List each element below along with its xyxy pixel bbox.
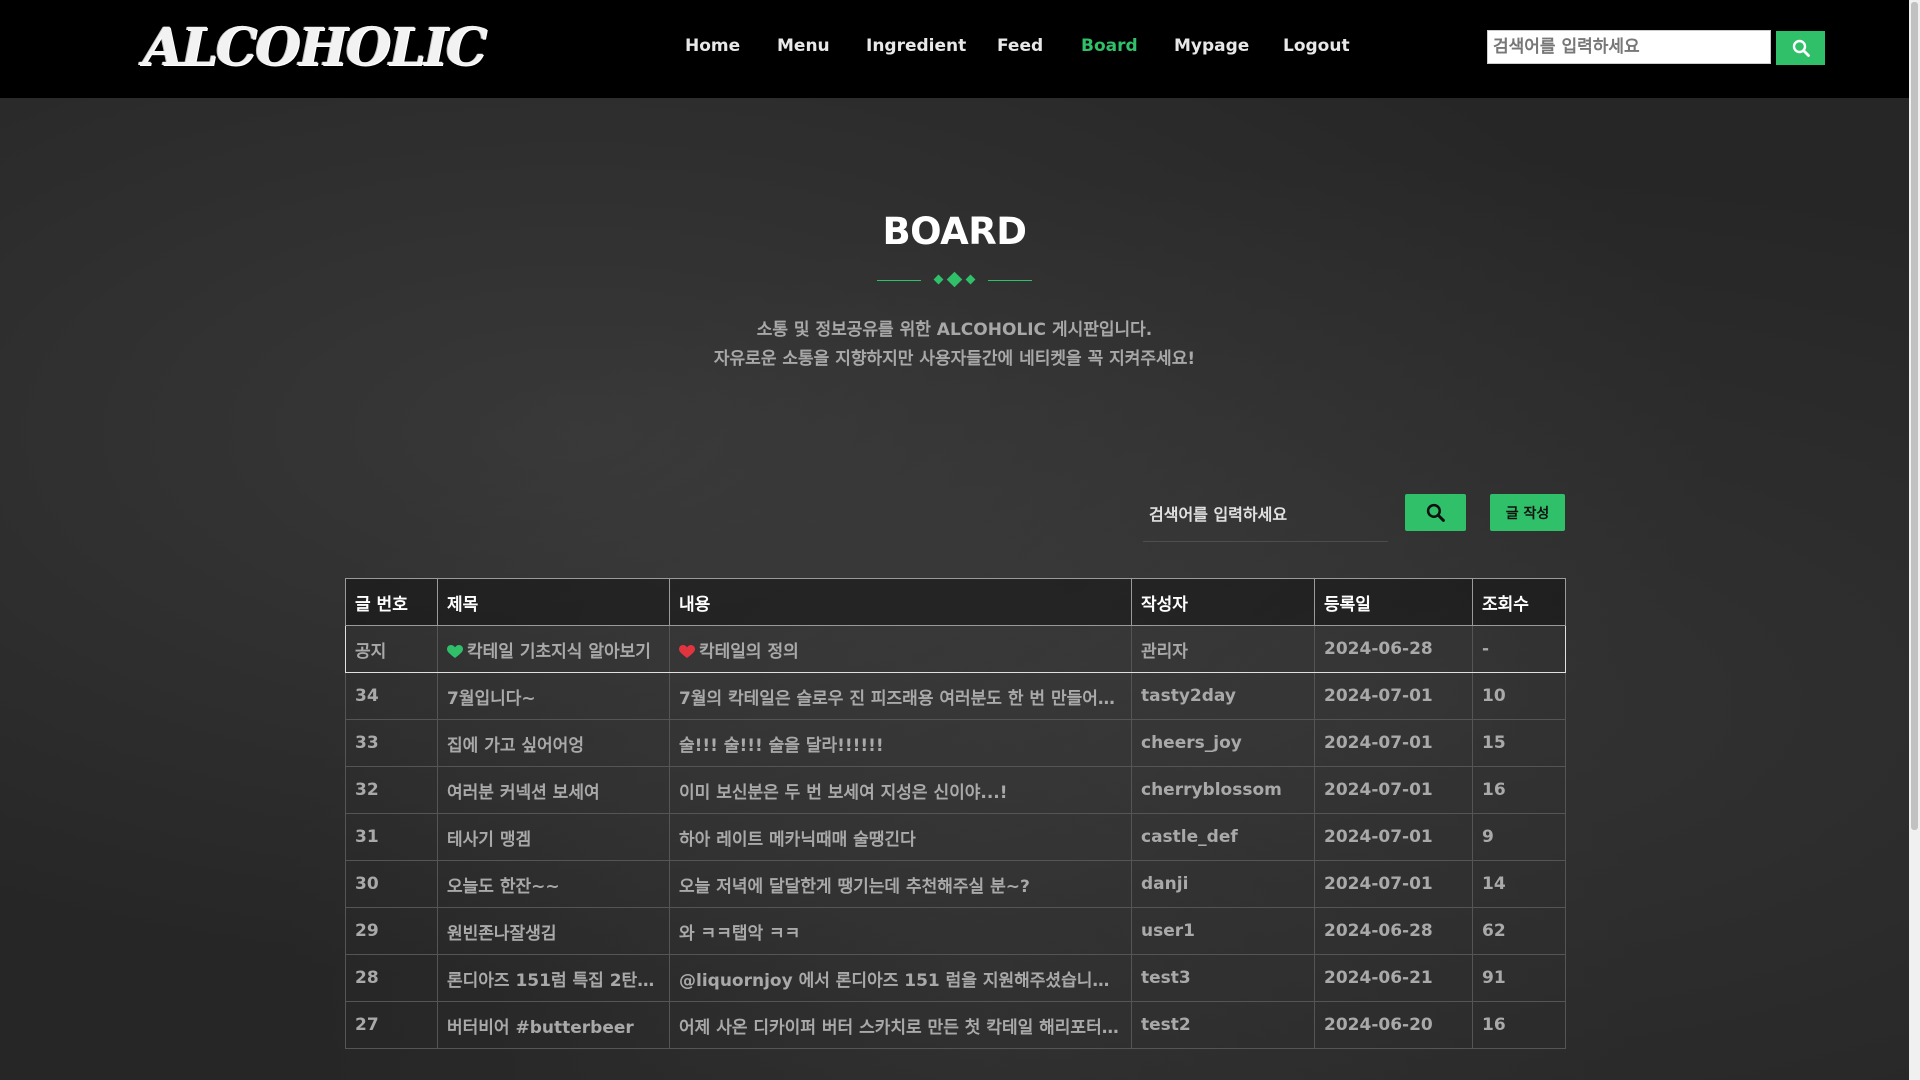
row-date: 2024-07-01	[1314, 813, 1473, 861]
green-heart-icon	[447, 644, 463, 658]
header-search-input[interactable]	[1487, 30, 1771, 64]
row-no: 공지	[345, 625, 438, 673]
row-title[interactable]: 칵테일 기초지식 알아보기	[437, 625, 670, 673]
nav-logout[interactable]: Logout	[1283, 36, 1350, 56]
row-no: 27	[345, 1001, 438, 1049]
row-title[interactable]: 7월입니다~	[437, 672, 670, 720]
header-title: 제목	[437, 578, 670, 626]
board-description-line2: 자유로운 소통을 지향하지만 사용자들간에 네티켓을 꼭 지켜주세요!	[713, 349, 1196, 369]
nav-ingredient[interactable]: Ingredient	[866, 36, 966, 56]
row-views: 14	[1472, 860, 1566, 908]
row-views: 16	[1472, 766, 1566, 814]
row-no: 30	[345, 860, 438, 908]
top-navbar: ALCOHOLIC Home Menu Ingredient Feed Boar…	[0, 0, 1909, 98]
row-date: 2024-07-01	[1314, 672, 1473, 720]
row-content-text: 칵테일의 정의	[699, 641, 799, 662]
row-date: 2024-06-20	[1314, 1001, 1473, 1049]
row-no: 34	[345, 672, 438, 720]
header-content: 내용	[669, 578, 1132, 626]
row-author: 관리자	[1131, 625, 1315, 673]
site-logo[interactable]: ALCOHOLIC	[143, 18, 487, 78]
row-date: 2024-07-01	[1314, 766, 1473, 814]
row-content[interactable]: 와 ㅋㅋ탭악 ㅋㅋ	[669, 907, 1132, 955]
row-date: 2024-06-28	[1314, 625, 1473, 673]
header-views: 조회수	[1472, 578, 1566, 626]
row-title[interactable]: 버터비어 #butterbeer	[437, 1001, 670, 1049]
write-post-button[interactable]: 글 작성	[1490, 494, 1565, 531]
row-no: 32	[345, 766, 438, 814]
table-row[interactable]: 29 원빈존나잘생김 와 ㅋㅋ탭악 ㅋㅋ user1 2024-06-28 62	[345, 907, 1566, 955]
row-title[interactable]: 오늘도 한잔~~	[437, 860, 670, 908]
row-content[interactable]: 술!!! 술!!! 술을 달라!!!!!!	[669, 719, 1132, 767]
header-search-button[interactable]	[1776, 31, 1825, 65]
table-header-row: 글 번호 제목 내용 작성자 등록일 조회수	[345, 578, 1566, 626]
table-row[interactable]: 27 버터비어 #butterbeer 어제 사온 디카이퍼 버터 스카치로 만든 …	[345, 1001, 1566, 1049]
row-no: 28	[345, 954, 438, 1002]
row-views: -	[1472, 625, 1566, 673]
header-no: 글 번호	[345, 578, 438, 626]
search-icon	[1792, 39, 1810, 57]
row-views: 91	[1472, 954, 1566, 1002]
table-row[interactable]: 32 여러분 커넥션 보세여 이미 보신분은 두 번 보세여 지성은 신이야...!…	[345, 766, 1566, 814]
row-no: 31	[345, 813, 438, 861]
row-content[interactable]: 하아 레이트 메카닉때매 술땡긴다	[669, 813, 1132, 861]
board-search-input[interactable]	[1143, 494, 1388, 542]
row-no: 29	[345, 907, 438, 955]
row-views: 10	[1472, 672, 1566, 720]
row-date: 2024-06-21	[1314, 954, 1473, 1002]
row-views: 15	[1472, 719, 1566, 767]
row-no: 33	[345, 719, 438, 767]
row-author: castle_def	[1131, 813, 1315, 861]
row-date: 2024-07-01	[1314, 860, 1473, 908]
row-date: 2024-07-01	[1314, 719, 1473, 767]
table-row[interactable]: 31 테사기 맹겜 하아 레이트 메카닉때매 술땡긴다 castle_def 2024-…	[345, 813, 1566, 861]
nav-feed[interactable]: Feed	[997, 36, 1043, 56]
row-author: cherryblossom	[1131, 766, 1315, 814]
row-title[interactable]: 테사기 맹겜	[437, 813, 670, 861]
row-content[interactable]: @liquornjoy 에서 론디아즈 151 럼을 지원해주셨습니다. 감사합…	[669, 954, 1132, 1002]
table-row[interactable]: 34 7월입니다~ 7월의 칵테일은 슬로우 진 피즈래용 여러분도 한 번 만들어…	[345, 672, 1566, 720]
row-title[interactable]: 여러분 커넥션 보세여	[437, 766, 670, 814]
board-table: 글 번호 제목 내용 작성자 등록일 조회수 공지 칵테일 기초지식 알아보기 …	[345, 578, 1566, 1049]
row-content[interactable]: 칵테일의 정의	[669, 625, 1132, 673]
row-author: danji	[1131, 860, 1315, 908]
row-views: 9	[1472, 813, 1566, 861]
notice-row[interactable]: 공지 칵테일 기초지식 알아보기 칵테일의 정의 관리자 2024-06-28 …	[345, 625, 1566, 673]
row-content[interactable]: 어제 사온 디카이퍼 버터 스카치로 만든 첫 칵테일 해리포터 버터비어	[669, 1001, 1132, 1049]
row-title[interactable]: 원빈존나잘생김	[437, 907, 670, 955]
row-content[interactable]: 7월의 칵테일은 슬로우 진 피즈래용 여러분도 한 번 만들어보세요	[669, 672, 1132, 720]
nav-home[interactable]: Home	[685, 36, 740, 56]
nav-menu[interactable]: Menu	[777, 36, 830, 56]
row-date: 2024-06-28	[1314, 907, 1473, 955]
table-row[interactable]: 30 오늘도 한잔~~ 오늘 저녁에 달달한게 땡기는데 추천해주실 분~? danj…	[345, 860, 1566, 908]
header-author: 작성자	[1131, 578, 1315, 626]
row-views: 62	[1472, 907, 1566, 955]
row-title[interactable]: 론디아즈 151럼 특집 2탄 이벤트	[437, 954, 670, 1002]
board-search-button[interactable]	[1405, 494, 1466, 531]
table-body: 공지 칵테일 기초지식 알아보기 칵테일의 정의 관리자 2024-06-28 …	[345, 625, 1566, 1049]
red-heart-icon	[679, 644, 695, 658]
table-row[interactable]: 33 집에 가고 싶어어엉 술!!! 술!!! 술을 달라!!!!!! cheers_…	[345, 719, 1566, 767]
nav-mypage[interactable]: Mypage	[1174, 36, 1249, 56]
page-scrollbar[interactable]	[1909, 0, 1920, 1080]
board-description-line1: 소통 및 정보공유를 위한 ALCOHOLIC 게시판입니다.	[756, 320, 1153, 340]
row-content[interactable]: 이미 보신분은 두 번 보세여 지성은 신이야...!	[669, 766, 1132, 814]
row-author: tasty2day	[1131, 672, 1315, 720]
row-title-text: 칵테일 기초지식 알아보기	[467, 641, 651, 662]
table-row[interactable]: 28 론디아즈 151럼 특집 2탄 이벤트 @liquornjoy 에서 론디아즈…	[345, 954, 1566, 1002]
page-title: BOARD	[882, 210, 1027, 253]
row-title[interactable]: 집에 가고 싶어어엉	[437, 719, 670, 767]
scrollbar-thumb[interactable]	[1911, 2, 1918, 830]
title-divider	[877, 271, 1032, 288]
row-content[interactable]: 오늘 저녁에 달달한게 땡기는데 추천해주실 분~?	[669, 860, 1132, 908]
row-author: test3	[1131, 954, 1315, 1002]
row-author: cheers_joy	[1131, 719, 1315, 767]
row-author: user1	[1131, 907, 1315, 955]
row-author: test2	[1131, 1001, 1315, 1049]
header-date: 등록일	[1314, 578, 1473, 626]
search-icon	[1426, 503, 1445, 522]
row-views: 16	[1472, 1001, 1566, 1049]
nav-board[interactable]: Board	[1081, 36, 1138, 56]
